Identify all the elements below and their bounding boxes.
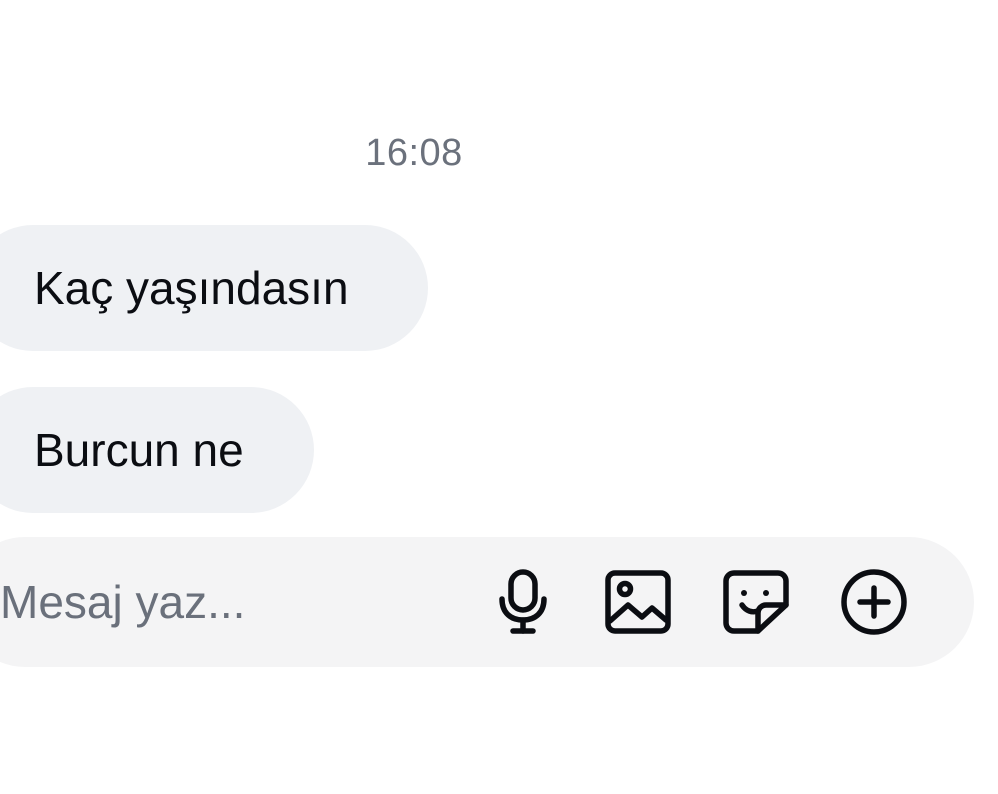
- voice-message-button[interactable]: [488, 567, 558, 637]
- message-composer: [0, 537, 974, 667]
- microphone-icon: [499, 569, 547, 634]
- image-icon: [605, 570, 671, 634]
- more-options-button[interactable]: [839, 567, 909, 637]
- sticker-icon: [723, 570, 789, 634]
- sticker-button[interactable]: [721, 567, 791, 637]
- message-input[interactable]: [0, 537, 440, 667]
- received-message-bubble[interactable]: Burcun ne: [0, 387, 314, 513]
- plus-circle-icon: [841, 569, 907, 635]
- message-text: Burcun ne: [34, 424, 244, 476]
- message-timestamp: 16:08: [365, 132, 463, 174]
- received-message-bubble[interactable]: Kaç yaşındasın: [0, 225, 428, 351]
- gallery-button[interactable]: [603, 567, 673, 637]
- message-text: Kaç yaşındasın: [34, 262, 349, 314]
